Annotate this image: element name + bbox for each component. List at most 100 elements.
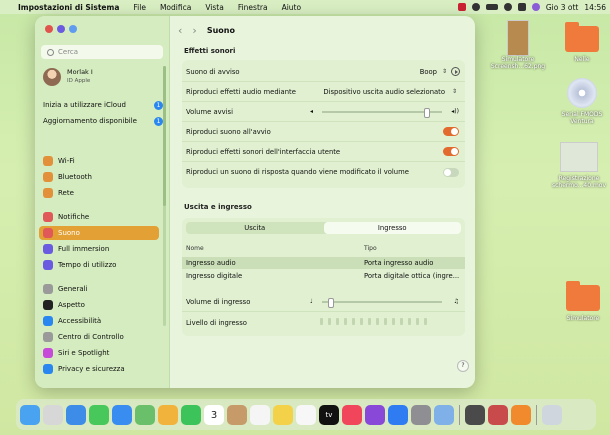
- home-icon[interactable]: [511, 404, 531, 425]
- desktop-folder-nelle[interactable]: Nelle: [560, 22, 604, 63]
- chess-icon[interactable]: [465, 404, 485, 425]
- scissors-icon[interactable]: [488, 404, 508, 425]
- alert-volume-slider[interactable]: [322, 108, 442, 118]
- spotlight-icon[interactable]: [503, 3, 512, 11]
- alert-sound-popup[interactable]: Boop: [420, 68, 437, 76]
- sidebar-item-privacy-e-sicurezza[interactable]: Privacy e sicurezza: [39, 362, 159, 376]
- podcasts-icon[interactable]: [365, 404, 385, 425]
- sidebar-item-accessibilità[interactable]: Accessibilità: [39, 314, 159, 328]
- settings-icon[interactable]: [411, 404, 431, 425]
- level-segment: [320, 318, 323, 325]
- sidebar-item-label: Siri e Spotlight: [58, 349, 110, 357]
- minimize-button[interactable]: [57, 25, 65, 33]
- sidebar: Cerca Morlak I ID Apple Inizia a utilizz…: [35, 16, 170, 388]
- column-header-name[interactable]: Nome: [186, 245, 204, 252]
- photos-icon[interactable]: [158, 404, 178, 425]
- desktop-file-screenshot[interactable]: Simulatore Screensh...62.png: [488, 20, 548, 70]
- tab-output[interactable]: Uscita: [186, 222, 324, 234]
- startup-sound-label: Riproduci suono all'avvio: [186, 127, 271, 136]
- menu-edit[interactable]: Modifica: [160, 3, 191, 12]
- sidebar-item-generali[interactable]: Generali: [39, 282, 159, 296]
- sidebar-item-icon: [43, 228, 53, 238]
- control-center-icon[interactable]: [517, 3, 526, 11]
- zoom-button[interactable]: [69, 25, 77, 33]
- menubar-time[interactable]: 14:56: [584, 3, 606, 12]
- wifi-status-icon[interactable]: [471, 3, 480, 11]
- ui-sounds-toggle[interactable]: [443, 147, 459, 156]
- alert-sound-label: Suono di avviso: [186, 67, 240, 76]
- sidebar-item-notifiche[interactable]: Notifiche: [39, 210, 159, 224]
- input-volume-slider[interactable]: [322, 298, 442, 308]
- calendar-icon[interactable]: 3: [204, 404, 224, 425]
- status-app-icon[interactable]: [457, 3, 466, 11]
- contacts-icon[interactable]: [227, 404, 247, 425]
- back-icon[interactable]: ‹: [178, 24, 182, 37]
- launchpad-icon[interactable]: [43, 404, 63, 425]
- forward-icon[interactable]: ›: [192, 24, 196, 37]
- startup-sound-toggle[interactable]: [443, 127, 459, 136]
- menu-view[interactable]: Vista: [205, 3, 224, 12]
- siri-icon[interactable]: [531, 3, 540, 11]
- desktop-disk-image[interactable]: Serial FMODS Ventura: [555, 78, 609, 125]
- volume-feedback-label: Riproduci un suono di risposta quando vi…: [186, 168, 409, 176]
- facetime-icon[interactable]: [181, 404, 201, 425]
- menu-app-name[interactable]: Impostazioni di Sistema: [18, 3, 119, 12]
- sidebar-item-full-immersion[interactable]: Full immersion: [39, 242, 159, 256]
- table-row[interactable]: Ingresso audio Porta ingresso audio: [182, 257, 465, 269]
- sidebar-item-icloud[interactable]: Inizia a utilizzare iCloud 1: [39, 98, 163, 112]
- desktop-folder-simulatore[interactable]: Simulatore: [560, 281, 606, 322]
- tab-input[interactable]: Ingresso: [323, 222, 461, 234]
- volume-feedback-toggle[interactable]: [443, 167, 459, 177]
- section-title-effects: Effetti sonori: [184, 47, 236, 55]
- level-segment: [400, 318, 403, 325]
- play-icon[interactable]: [451, 67, 460, 76]
- chevron-updown-icon[interactable]: ⇕: [452, 88, 457, 95]
- sidebar-item-rete[interactable]: Rete: [39, 186, 159, 200]
- search-field[interactable]: Cerca: [41, 45, 163, 59]
- trash-icon[interactable]: [542, 404, 562, 425]
- sidebar-item-update[interactable]: Aggiornamento disponibile 1: [39, 114, 163, 128]
- sidebar-item-wi-fi[interactable]: Wi-Fi: [39, 154, 159, 168]
- sidebar-item-suono[interactable]: Suono: [39, 226, 159, 240]
- output-device-popup[interactable]: Dispositivo uscita audio selezionato: [323, 88, 445, 96]
- dock-separator: [459, 404, 460, 425]
- close-button[interactable]: [45, 25, 53, 33]
- tv-icon[interactable]: tv: [319, 404, 339, 425]
- column-header-type[interactable]: Tipo: [364, 245, 377, 252]
- appstore-icon[interactable]: [388, 404, 408, 425]
- preview-icon[interactable]: [434, 404, 454, 425]
- chevron-updown-icon[interactable]: ⇕: [442, 68, 447, 75]
- sidebar-scrollbar[interactable]: [163, 66, 166, 326]
- table-row[interactable]: Ingresso digitale Porta digitale ottica …: [182, 270, 465, 282]
- level-segment: [336, 318, 339, 325]
- slider-knob[interactable]: [424, 108, 431, 118]
- volume-feedback-row: Riproduci un suono di risposta quando vi…: [182, 162, 465, 182]
- sidebar-item-aspetto[interactable]: Aspetto: [39, 298, 159, 312]
- mail-icon[interactable]: [112, 404, 132, 425]
- safari-icon[interactable]: [66, 404, 86, 425]
- menu-help[interactable]: Aiuto: [282, 3, 302, 12]
- sidebar-item-bluetooth[interactable]: Bluetooth: [39, 170, 159, 184]
- menu-file[interactable]: File: [133, 3, 146, 12]
- device-name: Ingresso audio: [186, 259, 236, 267]
- music-icon[interactable]: [342, 404, 362, 425]
- sidebar-item-tempo-di-utilizzo[interactable]: Tempo di utilizzo: [39, 258, 159, 272]
- messages-icon[interactable]: [89, 404, 109, 425]
- freeform-icon[interactable]: [296, 404, 316, 425]
- reminders-icon[interactable]: [250, 404, 270, 425]
- sidebar-item-icon: [43, 332, 53, 342]
- battery-icon[interactable]: [485, 4, 498, 10]
- menu-window[interactable]: Finestra: [238, 3, 268, 12]
- sidebar-item-icon: [43, 260, 53, 270]
- apple-id-account[interactable]: Morlak I ID Apple: [43, 68, 93, 86]
- help-button[interactable]: ?: [457, 360, 469, 372]
- sidebar-item-siri-e-spotlight[interactable]: Siri e Spotlight: [39, 346, 159, 360]
- sidebar-item-label: Rete: [58, 189, 74, 197]
- desktop-file-recording[interactable]: Registrazione schermo...40.mov: [548, 142, 610, 189]
- menubar-date[interactable]: Gio 3 ott: [546, 3, 579, 12]
- finder-icon[interactable]: [20, 404, 40, 425]
- notes-icon[interactable]: [273, 404, 293, 425]
- slider-knob[interactable]: [327, 298, 334, 308]
- sidebar-item-centro-di-controllo[interactable]: Centro di Controllo: [39, 330, 159, 344]
- maps-icon[interactable]: [135, 404, 155, 425]
